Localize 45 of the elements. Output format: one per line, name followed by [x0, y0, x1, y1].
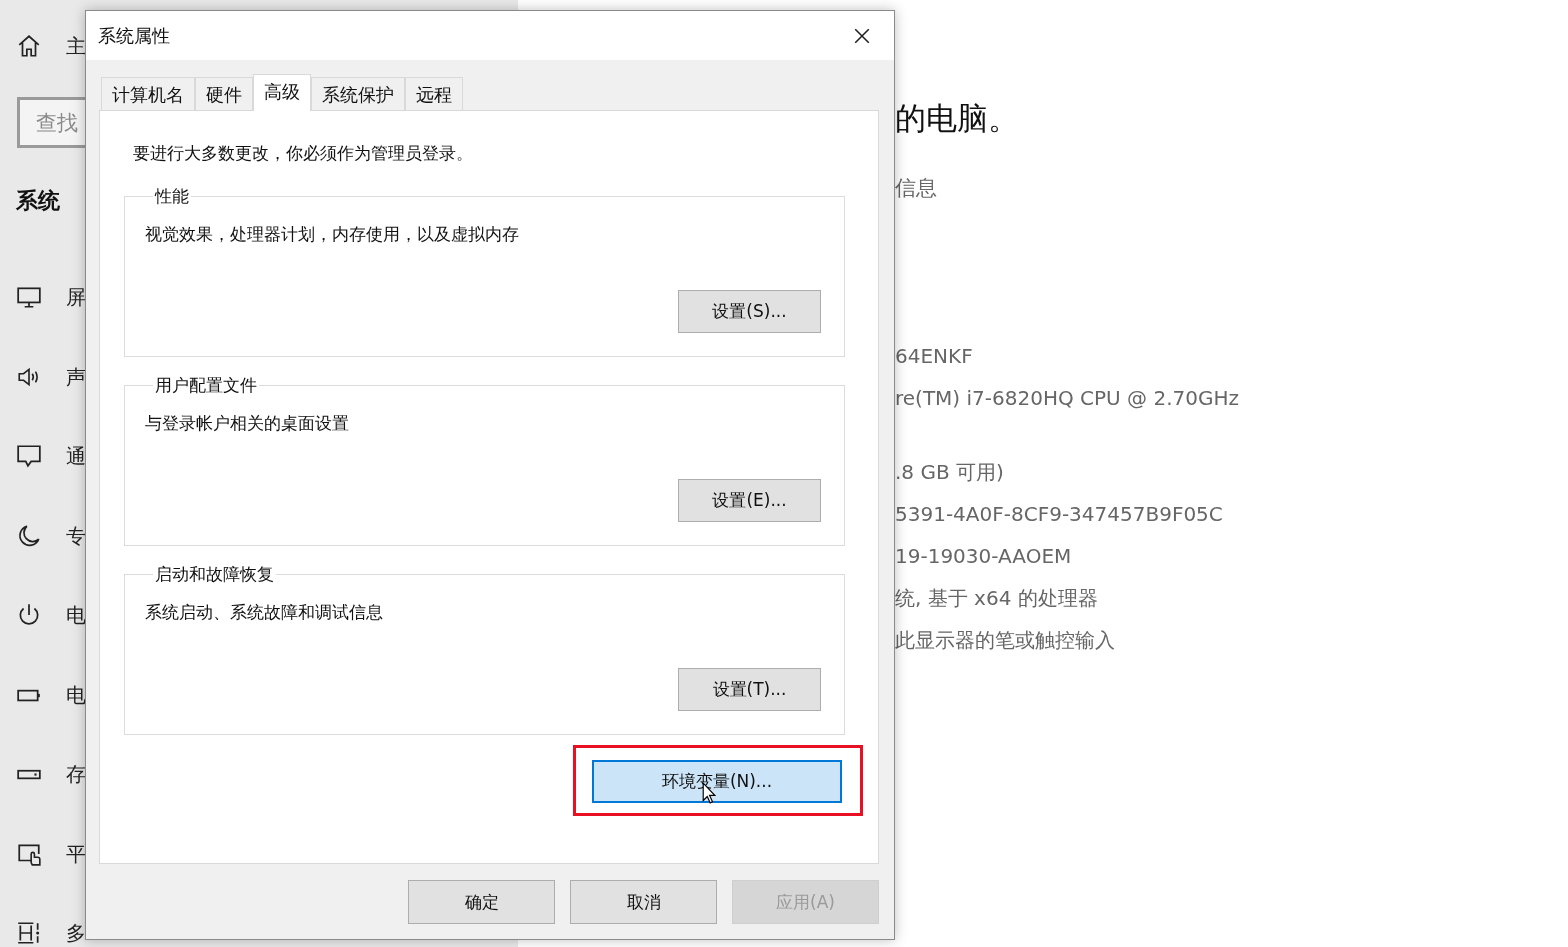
home-icon [16, 33, 42, 59]
group-title: 启动和故障恢复 [154, 563, 275, 586]
nav-item[interactable]: 存 [16, 758, 85, 790]
spec-value: .8 GB 可用) [895, 459, 1004, 486]
group-description: 视觉效果，处理器计划，内存使用，以及虚拟内存 [145, 223, 520, 246]
group-description: 与登录帐户相关的桌面设置 [145, 412, 350, 435]
moon-icon [16, 522, 42, 549]
tab[interactable]: 硬件 [195, 77, 253, 110]
tab[interactable]: 远程 [405, 77, 463, 110]
settings-button[interactable]: 设置(E)... [678, 479, 821, 522]
tab[interactable]: 高级 [253, 74, 311, 111]
spec-value: 5391-4A0F-8CF9-347457B9F05C [895, 501, 1223, 528]
window-title: 系统属性 [98, 23, 170, 48]
nav-item[interactable]: 屏 [16, 281, 85, 313]
group-title: 性能 [153, 185, 190, 208]
nav-item[interactable]: 专 [16, 519, 85, 552]
spec-value: re(TM) i7-6820HQ CPU @ 2.70GHz [895, 385, 1239, 412]
spec-value: 统, 基于 x64 的处理器 [895, 585, 1098, 612]
page-heading: 的电脑。 [895, 99, 1019, 138]
tab[interactable]: 计算机名 [101, 77, 195, 110]
nav-item[interactable]: 平 [16, 837, 85, 870]
dialog-button[interactable]: 确定 [408, 880, 555, 924]
group-title: 用户配置文件 [154, 374, 258, 397]
nav-item[interactable]: 多 [16, 917, 85, 947]
search-field[interactable]: 查找 [17, 97, 85, 148]
message-icon [16, 443, 42, 469]
multitask-icon [16, 920, 42, 946]
group-description: 系统启动、系统故障和调试信息 [145, 601, 384, 624]
nav-item[interactable]: 通 [16, 440, 85, 472]
settings-button[interactable]: 设置(T)... [678, 668, 821, 711]
spec-value: 此显示器的笔或触控输入 [895, 627, 1115, 654]
settings-button[interactable]: 设置(S)... [678, 290, 821, 333]
nav-item[interactable]: 声 [16, 360, 85, 393]
close-icon [853, 26, 871, 45]
dialog-button[interactable]: 取消 [570, 880, 717, 924]
notice-text: 要进行大多数更改，你必须作为管理员登录。 [133, 142, 474, 165]
spec-value: 64ENKF [895, 343, 973, 370]
spec-value: 19-19030-AAOEM [895, 543, 1072, 570]
section-title: 系统 [16, 187, 61, 215]
nav-item[interactable]: 电 [16, 599, 85, 631]
monitor-icon [16, 284, 42, 310]
nav-item[interactable]: 主 [16, 30, 85, 62]
section-heading: 信息 [895, 175, 937, 202]
nav-item[interactable]: 电 [16, 678, 85, 711]
tab[interactable]: 系统保护 [311, 77, 405, 110]
